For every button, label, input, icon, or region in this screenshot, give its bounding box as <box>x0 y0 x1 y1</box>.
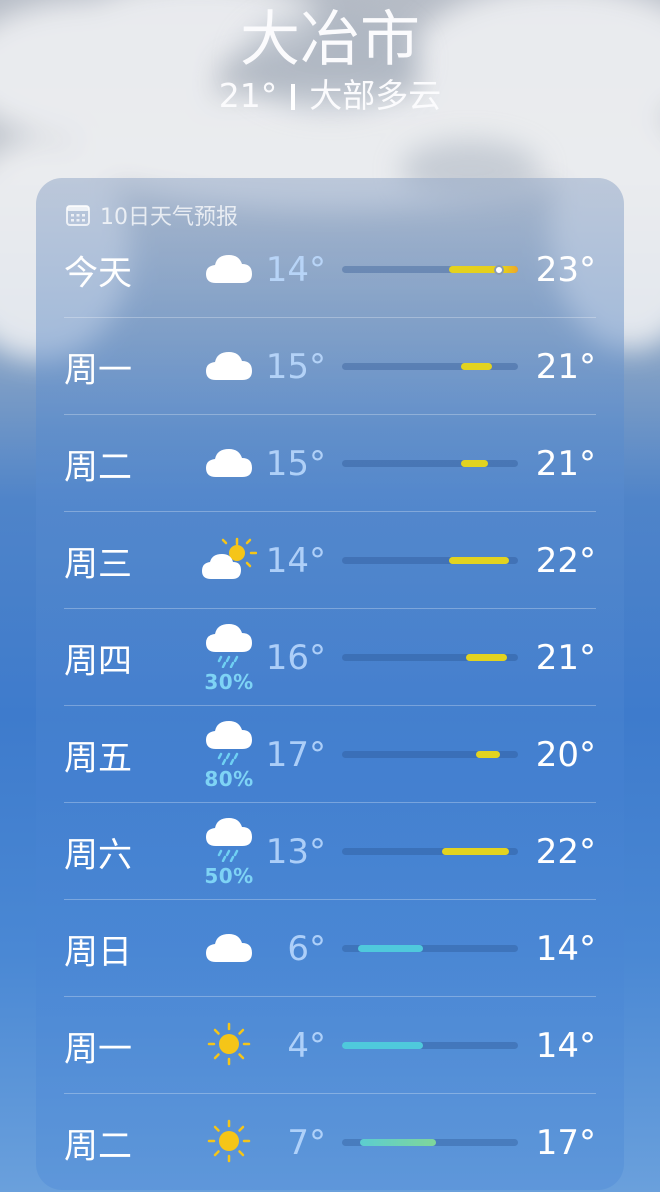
low-temperature: 17° <box>265 734 326 775</box>
rain-cloud-icon <box>204 622 254 672</box>
forecast-row[interactable]: 今天 14° 23° <box>64 221 596 318</box>
temperature-range-bar <box>342 654 518 661</box>
partly-sunny-icon <box>201 537 258 585</box>
day-label: 周五 <box>64 738 132 778</box>
day-label: 周四 <box>64 641 132 681</box>
forecast-row[interactable]: 周一 4° 14° <box>64 997 596 1094</box>
temperature-range-fill <box>359 1139 437 1146</box>
high-temperature: 14° <box>535 928 596 969</box>
forecast-row[interactable]: 周三 14° 22° <box>64 512 596 609</box>
high-temperature: 22° <box>535 831 596 872</box>
day-label: 周二 <box>64 447 132 487</box>
temperature-range-fill <box>357 945 423 952</box>
weather-icon-group <box>202 997 256 1094</box>
weather-icon-group <box>202 415 256 512</box>
low-temperature: 6° <box>287 928 326 969</box>
temperature-range-bar <box>342 945 518 952</box>
temperature-range-bar <box>342 264 518 275</box>
temperature-range-bar <box>342 557 518 564</box>
low-temperature: 14° <box>265 540 326 581</box>
rain-cloud-icon <box>204 719 254 769</box>
rain-cloud-icon <box>204 816 254 866</box>
weather-icon-group: 80% <box>202 706 256 803</box>
temperature-range-fill <box>460 363 493 370</box>
low-temperature: 15° <box>265 443 326 484</box>
high-temperature: 22° <box>535 540 596 581</box>
weather-icon-group: 30% <box>202 609 256 706</box>
separator <box>291 84 296 110</box>
day-label: 周日 <box>64 932 132 972</box>
temperature-range-fill <box>466 654 507 661</box>
weather-icon-group: 50% <box>202 803 256 900</box>
low-temperature: 4° <box>287 1025 326 1066</box>
precipitation-chance: 80% <box>204 766 254 791</box>
current-summary: 21° 大部多云 <box>0 76 660 116</box>
day-label: 周一 <box>64 1029 132 1069</box>
current-temperature-marker <box>494 264 505 275</box>
weather-icon-group <box>201 512 258 609</box>
weather-icon-group <box>202 221 256 318</box>
high-temperature: 21° <box>535 443 596 484</box>
temperature-range-bar <box>342 363 518 370</box>
high-temperature: 23° <box>535 249 596 290</box>
current-temperature: 21° <box>218 76 278 115</box>
temperature-range-bar <box>342 848 518 855</box>
sun-icon <box>207 1022 251 1070</box>
temperature-range-bar <box>342 1139 518 1146</box>
weather-icon-group <box>202 1094 256 1190</box>
forecast-row[interactable]: 周二 7° 17° <box>64 1094 596 1190</box>
low-temperature: 15° <box>265 346 326 387</box>
sun-icon <box>207 1119 251 1167</box>
ten-day-forecast-panel[interactable]: 10日天气预报 今天 14° 23° 周一 15° 21° 周二 15° 21° 周三 14° 22°… <box>36 178 624 1190</box>
city-name: 大冶市 <box>240 5 420 75</box>
low-temperature: 7° <box>287 1122 326 1163</box>
day-label: 周三 <box>64 544 132 584</box>
weather-icon-group <box>202 900 256 997</box>
forecast-row[interactable]: 周二 15° 21° <box>64 415 596 512</box>
temperature-range-fill <box>460 460 489 467</box>
temperature-range-fill <box>476 751 501 758</box>
low-temperature: 16° <box>265 637 326 678</box>
temperature-range-fill <box>448 557 509 564</box>
low-temperature: 14° <box>265 249 326 290</box>
precipitation-chance: 50% <box>204 863 254 888</box>
current-condition: 大部多云 <box>309 76 442 115</box>
temperature-range-bar <box>342 751 518 758</box>
day-label: 周二 <box>64 1126 132 1166</box>
location-header: 大冶市 21° 大部多云 <box>0 0 660 116</box>
forecast-row[interactable]: 周一 15° 21° <box>64 318 596 415</box>
temperature-range-fill <box>448 266 518 273</box>
temperature-range-fill <box>442 848 509 855</box>
day-label: 周六 <box>64 835 132 875</box>
day-label: 周一 <box>64 350 132 390</box>
high-temperature: 17° <box>535 1122 596 1163</box>
temperature-range-bar <box>342 1042 518 1049</box>
cloud-icon <box>204 445 254 483</box>
temperature-range-fill <box>342 1042 423 1049</box>
forecast-row[interactable]: 周六 50% 13° 22° <box>64 803 596 900</box>
cloud-icon <box>204 348 254 386</box>
cloud-icon <box>204 930 254 968</box>
high-temperature: 20° <box>535 734 596 775</box>
precipitation-chance: 30% <box>204 669 254 694</box>
forecast-row[interactable]: 周五 80% 17° 20° <box>64 706 596 803</box>
high-temperature: 14° <box>535 1025 596 1066</box>
cloud-icon <box>204 251 254 289</box>
weather-icon-group <box>202 318 256 415</box>
low-temperature: 13° <box>265 831 326 872</box>
temperature-range-bar <box>342 460 518 467</box>
day-label: 今天 <box>64 253 132 293</box>
high-temperature: 21° <box>535 637 596 678</box>
high-temperature: 21° <box>535 346 596 387</box>
forecast-row[interactable]: 周日 6° 14° <box>64 900 596 997</box>
forecast-row[interactable]: 周四 30% 16° 21° <box>64 609 596 706</box>
